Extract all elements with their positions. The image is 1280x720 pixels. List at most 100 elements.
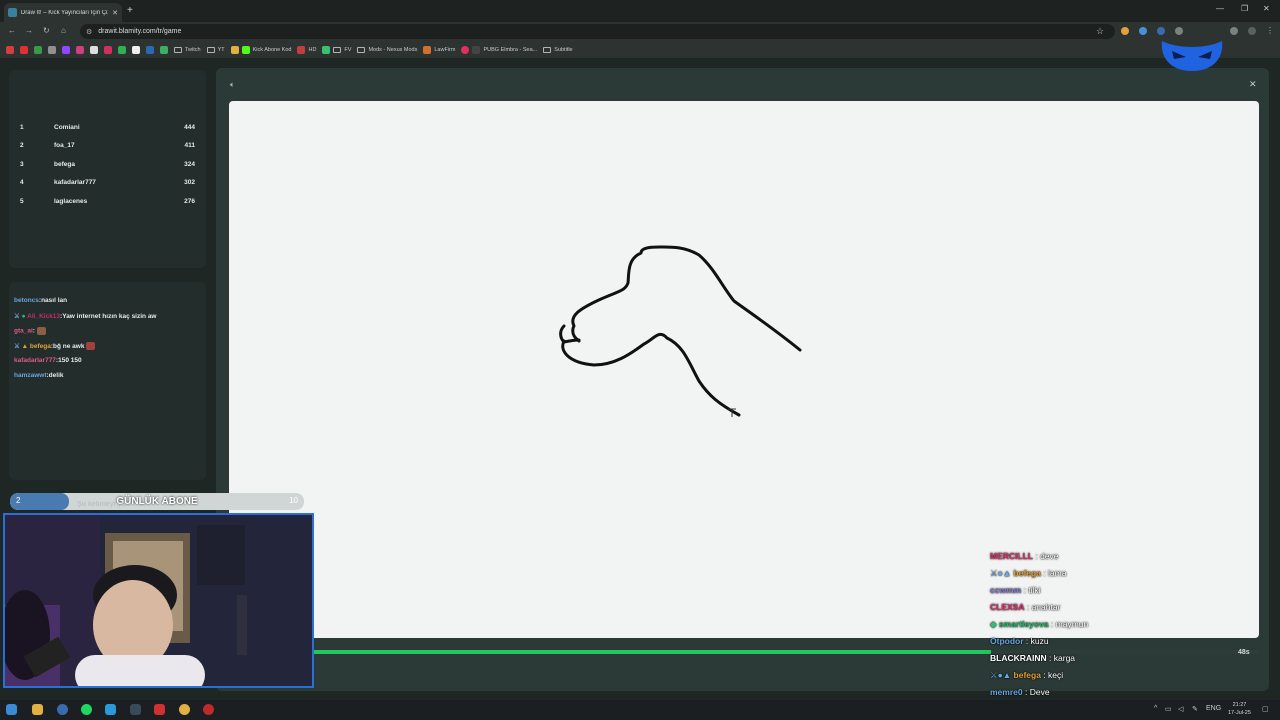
bookmark-icon[interactable] xyxy=(48,45,56,54)
chat-message: kafadarlar777:150 150 xyxy=(14,357,82,364)
window-close-icon[interactable]: ✕ xyxy=(1263,4,1270,13)
rank: 2 xyxy=(20,142,24,149)
steam-icon[interactable] xyxy=(130,704,141,715)
obs-icon[interactable] xyxy=(203,704,214,715)
start-icon[interactable] xyxy=(6,704,17,715)
app-icon[interactable] xyxy=(154,704,165,715)
drawing-stroke xyxy=(562,338,581,344)
drawing-stroke xyxy=(559,324,566,344)
bookmark-icon[interactable] xyxy=(160,45,168,54)
chrome-icon[interactable] xyxy=(179,704,190,715)
emote-icon xyxy=(36,327,46,335)
extensions-puzzle-icon[interactable] xyxy=(1175,27,1183,35)
guess-item: ◆ smartleyova : maymun xyxy=(990,619,1089,629)
guess-item: CLEXSA : anahtar xyxy=(990,602,1061,612)
notification-icon[interactable]: ▢ xyxy=(1262,705,1269,713)
bookmark-kick-abone[interactable]: Kick Abone Kod xyxy=(230,45,291,54)
leaderboard-row: 1 Comiani 444 xyxy=(9,124,206,138)
guess-user: befega xyxy=(1013,670,1041,680)
bookmark-nexus[interactable]: Mods - Nexus Mods xyxy=(357,46,417,53)
new-tab-button[interactable]: + xyxy=(127,5,133,16)
tray-chevron-icon[interactable]: ^ xyxy=(1154,705,1157,712)
sword-badge-icon: ⚔ xyxy=(14,343,20,350)
x-icon[interactable] xyxy=(90,45,98,54)
chat-username: betoncs xyxy=(14,297,39,304)
round-timer: 48s xyxy=(1238,649,1250,656)
folder-icon xyxy=(333,46,342,53)
channel-logo-icon xyxy=(1161,41,1223,71)
maximize-icon[interactable]: ❐ xyxy=(1241,4,1248,13)
extension-icon[interactable] xyxy=(1157,27,1165,35)
guess-word: Deve xyxy=(1029,687,1050,697)
player-name: foa_17 xyxy=(54,142,75,149)
extension-icon[interactable] xyxy=(1230,27,1238,35)
forward-icon[interactable]: → xyxy=(25,26,33,35)
app-icon[interactable] xyxy=(57,704,68,715)
back-icon[interactable]: ← xyxy=(8,26,16,35)
file-explorer-icon[interactable] xyxy=(32,704,43,715)
extension-icon[interactable] xyxy=(1139,27,1147,35)
tab-close-icon[interactable]: ✕ xyxy=(112,9,118,17)
player-score: 411 xyxy=(184,142,196,149)
pen-icon[interactable]: ✎ xyxy=(1192,705,1198,713)
bookmark-icon[interactable] xyxy=(6,45,14,54)
bookmark-icon xyxy=(423,45,432,54)
menu-icon[interactable]: ⋮ xyxy=(1266,26,1274,35)
system-clock[interactable]: 21:27 17-Jul-25 xyxy=(1228,701,1251,717)
player-score: 276 xyxy=(184,198,195,205)
guess-word: karga xyxy=(1053,653,1076,663)
site-info-icon[interactable]: ⚙ xyxy=(86,28,92,36)
clock-date: 17-Jul-25 xyxy=(1228,710,1251,716)
profile-avatar[interactable] xyxy=(1248,27,1256,35)
bookmark-subtitle[interactable]: Subtitle xyxy=(543,46,573,53)
extension-icon[interactable] xyxy=(1121,27,1129,35)
tumblr-icon[interactable] xyxy=(104,45,112,54)
leaderboard-row: 5 laglacenes 276 xyxy=(9,198,206,212)
guess-user: BLACKRAINN xyxy=(990,653,1047,663)
bookmark-icon xyxy=(230,45,239,54)
twitch-icon[interactable] xyxy=(62,45,70,54)
language-indicator[interactable]: ENG xyxy=(1206,705,1221,712)
bookmark-star-icon[interactable]: ☆ xyxy=(1096,26,1104,37)
chat-message: ⚔ ▲ befega:bğ ne awk xyxy=(14,342,96,351)
minimize-icon[interactable]: — xyxy=(1216,4,1224,13)
reload-icon[interactable]: ↻ xyxy=(43,26,50,35)
address-bar[interactable]: ⚙ drawit.blamity.com/tr/game xyxy=(80,24,1115,39)
chat-text: :delik xyxy=(46,372,64,379)
bookmark-hd[interactable]: HD xyxy=(297,45,316,54)
bookmark-yt[interactable]: YT xyxy=(206,46,225,53)
drawing-stroke xyxy=(571,245,802,352)
guess-word: kuzu xyxy=(1030,636,1049,646)
bookmark-fv[interactable]: FV xyxy=(322,45,351,54)
bookmark-pubg[interactable]: PUBG Elmbra - Sea... xyxy=(461,45,537,54)
chat-username: kafadarlar777 xyxy=(14,357,56,364)
network-icon[interactable]: ▭ xyxy=(1165,705,1172,713)
instagram-icon[interactable] xyxy=(76,45,84,54)
folder-icon xyxy=(543,46,552,53)
home-icon[interactable]: ⌂ xyxy=(61,26,66,35)
telegram-icon[interactable] xyxy=(105,704,116,715)
guess-user: ccwmm xyxy=(990,585,1022,595)
bookmark-icon[interactable] xyxy=(132,45,140,54)
whatsapp-icon[interactable] xyxy=(118,45,126,54)
bookmark-icon[interactable] xyxy=(34,45,42,54)
bookmark-lawfirm[interactable]: LawFirm xyxy=(423,45,455,54)
player-score: 444 xyxy=(184,124,195,131)
volume-icon[interactable]: ◁ xyxy=(1178,705,1183,713)
spotify-icon[interactable] xyxy=(81,704,92,715)
bookmark-twitch[interactable]: Twitch xyxy=(174,46,201,53)
drawing-canvas[interactable] xyxy=(229,101,1259,638)
webcam-feed xyxy=(3,513,314,688)
webcam-image xyxy=(5,515,312,686)
emote-icon xyxy=(86,342,96,351)
chat-text: : xyxy=(32,327,35,335)
browser-tab[interactable]: Draw It! – Kick Yayıncıları İçin Çiz... … xyxy=(4,3,122,22)
player-name: Comiani xyxy=(54,124,80,131)
sub-goal-bar: 2 GÜNLÜK ABONE 10 xyxy=(10,493,304,510)
guess-word: lama xyxy=(1048,568,1067,578)
close-icon[interactable]: ✕ xyxy=(1249,79,1257,90)
sound-icon[interactable]: 🔈︎ xyxy=(230,80,235,90)
youtube-icon[interactable] xyxy=(20,45,28,54)
linkedin-icon[interactable] xyxy=(146,45,154,54)
guess-item: ⚔●▲ befega : lama xyxy=(990,568,1067,578)
